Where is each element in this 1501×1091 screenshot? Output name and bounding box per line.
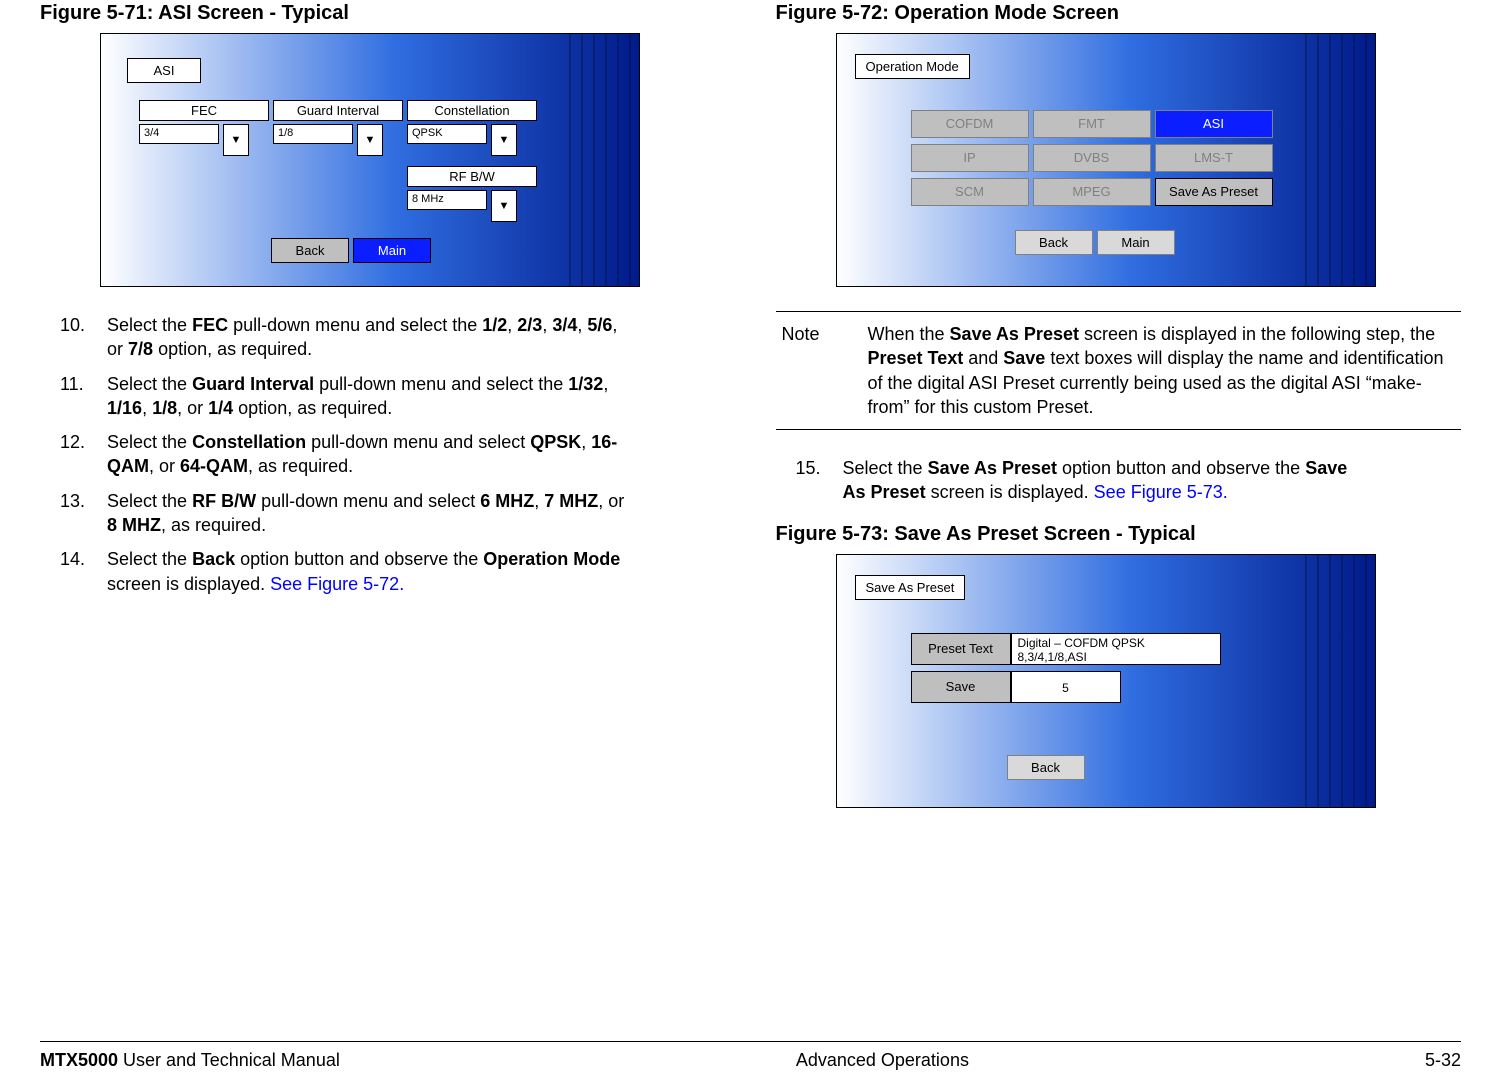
- rf-dropdown[interactable]: 8 MHz ▼: [407, 190, 517, 222]
- fec-label: FEC: [139, 100, 269, 121]
- ip-button[interactable]: IP: [911, 144, 1029, 172]
- save-as-preset-tag: Save As Preset: [855, 575, 966, 600]
- note-block: Note When the Save As Preset screen is d…: [776, 311, 1462, 430]
- asi-screen: ASI FEC Guard Interval Constellation 3/4…: [100, 33, 640, 287]
- note-body: When the Save As Preset screen is displa…: [868, 322, 1462, 419]
- preset-text-label: Preset Text: [911, 633, 1011, 665]
- figure-link-73[interactable]: See Figure 5-73: [1094, 482, 1223, 502]
- back-button[interactable]: Back: [1015, 230, 1093, 255]
- step-12: 12. Select the Constellation pull-down m…: [40, 430, 726, 479]
- const-value: QPSK: [407, 124, 487, 144]
- step-number: 14.: [60, 547, 102, 571]
- chevron-down-icon[interactable]: ▼: [491, 190, 517, 222]
- back-button[interactable]: Back: [1007, 755, 1085, 780]
- step-number: 11.: [60, 372, 102, 396]
- fmt-button[interactable]: FMT: [1033, 110, 1151, 138]
- step-number: 15.: [796, 456, 838, 480]
- page-footer: MTX5000 User and Technical Manual Advanc…: [40, 1041, 1461, 1071]
- step-11: 11. Select the Guard Interval pull-down …: [40, 372, 726, 421]
- footer-section: Advanced Operations: [796, 1050, 969, 1071]
- fec-dropdown[interactable]: 3/4 ▼: [139, 124, 249, 156]
- step-number: 10.: [60, 313, 102, 337]
- asi-button[interactable]: ASI: [1155, 110, 1273, 138]
- footer-product: MTX5000: [40, 1050, 118, 1070]
- step-14: 14. Select the Back option button and ob…: [40, 547, 726, 596]
- figure-title-73: Figure 5-73: Save As Preset Screen - Typ…: [776, 523, 1462, 546]
- rf-label: RF B/W: [407, 166, 537, 187]
- step-number: 12.: [60, 430, 102, 454]
- rf-value: 8 MHz: [407, 190, 487, 210]
- const-dropdown[interactable]: QPSK ▼: [407, 124, 517, 156]
- step-15: 15. Select the Save As Preset option but…: [776, 456, 1462, 505]
- step-number: 13.: [60, 489, 102, 513]
- guard-label: Guard Interval: [273, 100, 403, 121]
- scm-button[interactable]: SCM: [911, 178, 1029, 206]
- cofdm-button[interactable]: COFDM: [911, 110, 1029, 138]
- footer-title: User and Technical Manual: [118, 1050, 340, 1070]
- asi-tag: ASI: [127, 58, 201, 83]
- decorative-bands: [569, 34, 639, 286]
- step-10: 10. Select the FEC pull-down menu and se…: [40, 313, 726, 362]
- step-13: 13. Select the RF B/W pull-down menu and…: [40, 489, 726, 538]
- back-button[interactable]: Back: [271, 238, 349, 263]
- decorative-bands: [1305, 34, 1375, 286]
- operation-mode-tag: Operation Mode: [855, 54, 970, 79]
- chevron-down-icon[interactable]: ▼: [357, 124, 383, 156]
- main-button[interactable]: Main: [1097, 230, 1175, 255]
- decorative-bands: [1305, 555, 1375, 807]
- save-as-preset-screen: Save As Preset Preset Text Digital – COF…: [836, 554, 1376, 808]
- preset-text-field[interactable]: Digital – COFDM QPSK 8,3/4,1/8,ASI: [1011, 633, 1221, 665]
- figure-title-71: Figure 5-71: ASI Screen - Typical: [40, 2, 726, 25]
- fec-value: 3/4: [139, 124, 219, 144]
- figure-link-72[interactable]: See Figure 5-72: [270, 574, 399, 594]
- footer-page-number: 5-32: [1425, 1050, 1461, 1071]
- steps-left: 10. Select the FEC pull-down menu and se…: [40, 313, 726, 596]
- save-field[interactable]: 5: [1011, 671, 1121, 703]
- dvbs-button[interactable]: DVBS: [1033, 144, 1151, 172]
- main-button[interactable]: Main: [353, 238, 431, 263]
- steps-right: 15. Select the Save As Preset option but…: [776, 456, 1462, 505]
- mpeg-button[interactable]: MPEG: [1033, 178, 1151, 206]
- chevron-down-icon[interactable]: ▼: [491, 124, 517, 156]
- operation-mode-screen: Operation Mode COFDM FMT ASI IP DVBS LMS…: [836, 33, 1376, 287]
- guard-value: 1/8: [273, 124, 353, 144]
- figure-title-72: Figure 5-72: Operation Mode Screen: [776, 2, 1462, 25]
- save-as-preset-button[interactable]: Save As Preset: [1155, 178, 1273, 206]
- note-label: Note: [776, 322, 868, 419]
- save-label: Save: [911, 671, 1011, 703]
- chevron-down-icon[interactable]: ▼: [223, 124, 249, 156]
- lms-button[interactable]: LMS-T: [1155, 144, 1273, 172]
- guard-dropdown[interactable]: 1/8 ▼: [273, 124, 383, 156]
- const-label: Constellation: [407, 100, 537, 121]
